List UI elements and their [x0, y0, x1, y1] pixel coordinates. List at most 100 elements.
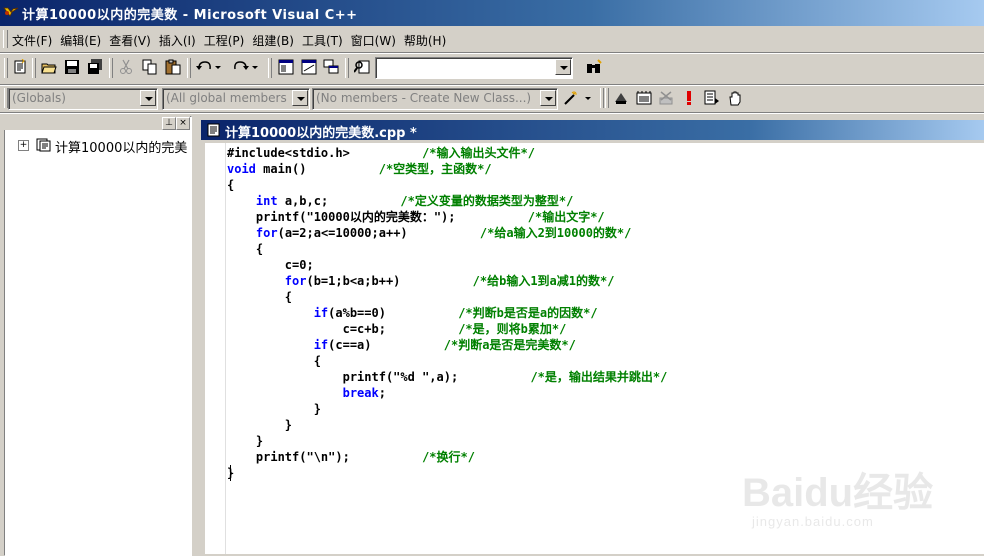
- menu-file[interactable]: 文件(F): [10, 31, 58, 50]
- editor-gutter[interactable]: [205, 143, 226, 554]
- divider: [0, 112, 984, 114]
- code-line[interactable]: int a,b,c; /*定义变量的数据类型为整型*/: [227, 193, 667, 209]
- chevron-down-icon[interactable]: [292, 90, 308, 106]
- menu-help[interactable]: 帮助(H): [402, 31, 452, 50]
- code-line[interactable]: }: [227, 417, 667, 433]
- filter-combo-value: (All global members: [166, 91, 287, 105]
- code-text-segment: (c==a): [328, 338, 444, 352]
- code-line[interactable]: {: [227, 353, 667, 369]
- copy-button[interactable]: [140, 57, 160, 77]
- code-line[interactable]: printf("10000以内的完美数："); /*输出文字*/: [227, 209, 667, 225]
- code-comment: /*输入输出头文件*/: [422, 146, 535, 160]
- wizardbar-dropdown-button[interactable]: [582, 88, 594, 108]
- windows-list-icon: [323, 59, 339, 74]
- code-line[interactable]: c=c+b; /*是，则将b累加*/: [227, 321, 667, 337]
- code-line[interactable]: for(a=2;a<=10000;a++) /*给a输入2到10000的数*/: [227, 225, 667, 241]
- code-text-segment: }: [227, 434, 264, 448]
- open-button[interactable]: [39, 57, 59, 77]
- wizardbar-actions-button[interactable]: [561, 88, 581, 108]
- dock-toggle-icon[interactable]: ⊥: [162, 117, 176, 130]
- search-button[interactable]: [584, 57, 604, 77]
- divider: [0, 84, 984, 86]
- menu-build[interactable]: 组建(B): [250, 31, 300, 50]
- dropdown-arrow-icon: [252, 66, 258, 69]
- menu-edit[interactable]: 编辑(E): [58, 31, 107, 50]
- code-line[interactable]: }: [227, 401, 667, 417]
- code-text-segment: ;: [378, 386, 386, 400]
- tree-expand-icon[interactable]: +: [18, 140, 29, 151]
- new-text-file-button[interactable]: [10, 57, 30, 77]
- tree-item-workspace[interactable]: 计算10000以内的完美数: [55, 137, 187, 156]
- code-line[interactable]: break;: [227, 385, 667, 401]
- toolbar-grip[interactable]: [605, 88, 609, 108]
- breakpoint-button[interactable]: [725, 88, 745, 108]
- code-keyword: for: [255, 226, 278, 240]
- redo-button[interactable]: [231, 57, 251, 77]
- find-combo[interactable]: [375, 57, 573, 79]
- filter-combo[interactable]: (All global members: [162, 88, 310, 110]
- menu-tools[interactable]: 工具(T): [300, 31, 349, 50]
- toolbar-grip[interactable]: [4, 58, 8, 78]
- watermark-logo: Baidu经验: [742, 471, 934, 515]
- save-all-button[interactable]: [85, 57, 105, 77]
- chevron-down-icon[interactable]: [555, 59, 571, 75]
- menu-window[interactable]: 窗口(W): [349, 31, 402, 50]
- menu-project[interactable]: 工程(P): [202, 31, 251, 50]
- redo-arrow-icon: [234, 61, 249, 70]
- title-bar[interactable]: 计算10000以内的完美数 - Microsoft Visual C++: [0, 0, 984, 26]
- output-toggle-button[interactable]: [299, 57, 319, 77]
- dropdown-arrow-icon: [585, 97, 591, 100]
- save-all-icon: [88, 59, 102, 74]
- menu-insert[interactable]: 插入(I): [157, 31, 202, 50]
- code-text[interactable]: #include<stdio.h> /*输入输出头文件*/void main()…: [227, 145, 667, 481]
- code-line[interactable]: if(a%b==0) /*判断b是否是a的因数*/: [227, 305, 667, 321]
- paste-button[interactable]: [163, 57, 183, 77]
- class-combo[interactable]: (Globals): [8, 88, 158, 110]
- menu-grip[interactable]: [3, 30, 8, 48]
- code-text-segment: #include<stdio.h>: [227, 146, 350, 160]
- save-button[interactable]: [62, 57, 82, 77]
- code-keyword: int: [255, 194, 278, 208]
- code-line[interactable]: {: [227, 289, 667, 305]
- code-line[interactable]: void main() /*空类型，主函数*/: [227, 161, 667, 177]
- chevron-down-icon[interactable]: [140, 90, 156, 106]
- code-text-segment: c=0;: [227, 258, 314, 272]
- code-line[interactable]: }: [227, 465, 667, 481]
- build-button[interactable]: [634, 88, 654, 108]
- compile-button[interactable]: [611, 88, 631, 108]
- go-button[interactable]: [702, 88, 722, 108]
- code-line[interactable]: c=0;: [227, 257, 667, 273]
- code-text-segment: (b=1;b<a;b++): [306, 274, 473, 288]
- workspace-toggle-button[interactable]: [276, 57, 296, 77]
- redo-dropdown-button[interactable]: [250, 57, 260, 77]
- code-line[interactable]: }: [227, 433, 667, 449]
- editor-title-bar[interactable]: 计算10000以内的完美数.cpp *: [201, 120, 984, 141]
- code-comment: /*空类型，主函数*/: [378, 162, 492, 176]
- code-text-segment: [227, 194, 256, 208]
- code-keyword: if: [313, 338, 329, 352]
- close-icon[interactable]: ×: [176, 117, 190, 130]
- execute-button[interactable]: [679, 88, 699, 108]
- code-line[interactable]: printf("%d ",a); /*是，输出结果并跳出*/: [227, 369, 668, 385]
- undo-button[interactable]: [194, 57, 214, 77]
- dropdown-arrow-icon: [215, 66, 221, 69]
- code-text-segment: c=c+b;: [227, 322, 459, 336]
- code-line[interactable]: for(b=1;b<a;b++) /*给b输入1到a减1的数*/: [227, 273, 667, 289]
- stop-build-icon: [659, 91, 673, 105]
- window-list-button[interactable]: [321, 57, 341, 77]
- find-in-files-button[interactable]: [352, 57, 372, 77]
- toolbar-separator: [268, 58, 272, 78]
- code-line[interactable]: #include<stdio.h> /*输入输出头文件*/: [227, 145, 667, 161]
- members-combo[interactable]: (No members - Create New Class...): [312, 88, 558, 110]
- code-line[interactable]: {: [227, 241, 667, 257]
- stop-build-button[interactable]: [656, 88, 676, 108]
- menu-view[interactable]: 查看(V): [107, 31, 157, 50]
- code-line[interactable]: {: [227, 177, 667, 193]
- undo-dropdown-button[interactable]: [213, 57, 223, 77]
- compile-icon: [615, 93, 627, 104]
- chevron-down-icon[interactable]: [540, 90, 556, 106]
- copy-icon: [142, 59, 157, 75]
- code-line[interactable]: printf("\n"); /*换行*/: [227, 449, 667, 465]
- cut-button[interactable]: [116, 57, 136, 77]
- code-line[interactable]: if(c==a) /*判断a是否是完美数*/: [227, 337, 667, 353]
